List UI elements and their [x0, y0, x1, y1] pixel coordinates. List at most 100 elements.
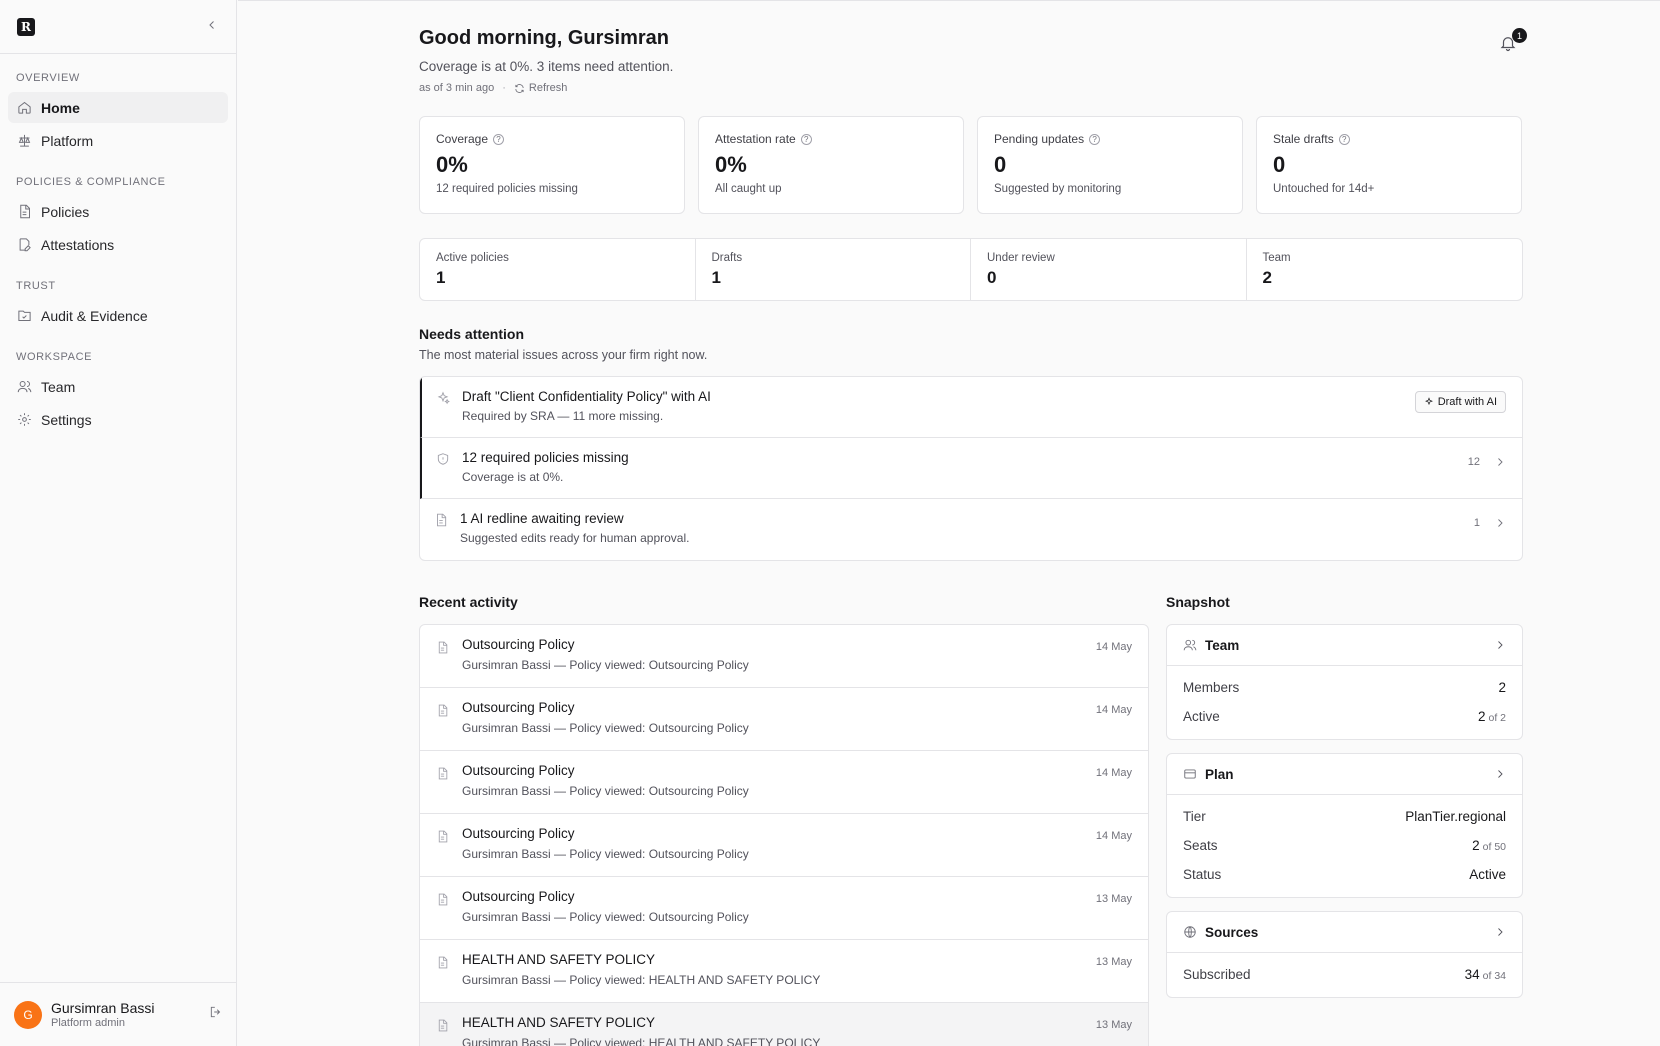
section-title: Snapshot [1166, 594, 1230, 610]
recent-activity: Recent activity Outsourcing Policy Gursim… [419, 594, 1149, 1046]
kpi-card-attestation-rate: Attestation rate? 0% All caught up [698, 116, 964, 214]
user-menu[interactable]: G Gursimran Bassi Platform admin [0, 982, 237, 1046]
sidebar-header: R [0, 0, 236, 54]
sidebar-item-team[interactable]: Team [8, 371, 228, 402]
main-content: Good morning, Gursimran Coverage is at 0… [238, 0, 1660, 1046]
help-icon[interactable]: ? [1089, 133, 1101, 145]
kpi-value: 0 [994, 152, 1007, 177]
row-label: Tier [1183, 809, 1206, 824]
stat-value: 2 [1262, 268, 1272, 287]
stat-value: 1 [711, 268, 721, 287]
attention-title: 12 required policies missing [462, 450, 629, 465]
stat-label: Drafts [711, 252, 743, 264]
sidebar-item-attestations[interactable]: Attestations [8, 229, 228, 260]
row-value: 2 [1477, 709, 1486, 724]
row-label: Members [1183, 680, 1240, 695]
kpi-label: Attestation rate [715, 132, 796, 146]
app-logo[interactable]: R [17, 17, 35, 36]
sidebar-item-label: Audit & Evidence [41, 307, 148, 324]
users-icon [17, 381, 32, 393]
activity-item[interactable]: HEALTH AND SAFETY POLICY Gursimran Bassi … [420, 1003, 1148, 1046]
activity-item[interactable]: Outsourcing Policy Gursimran Bassi — Poli… [420, 625, 1148, 688]
sidebar-group-trust: TRUST Audit & Evidence [0, 262, 236, 331]
activity-item[interactable]: Outsourcing Policy Gursimran Bassi — Poli… [420, 814, 1148, 877]
chevron-right-icon [1498, 519, 1503, 527]
snapshot-plan-card: Plan Tier PlanTier.regional Seats 2 of 50 S… [1166, 753, 1523, 898]
kpi-hint: Suggested by monitoring [994, 183, 1122, 195]
snapshot-plan-header[interactable]: Plan [1167, 754, 1522, 795]
user-name: Gursimran Bassi [51, 1000, 155, 1016]
activity-title: Outsourcing Policy [462, 889, 575, 904]
row-value: PlanTier.regional [1405, 809, 1506, 824]
user-info: Gursimran Bassi Platform admin [51, 1000, 154, 1029]
draft-with-ai-button[interactable]: Draft with AI [1414, 391, 1506, 413]
refresh-label: Refresh [528, 82, 568, 94]
activity-item[interactable]: Outsourcing Policy Gursimran Bassi — Poli… [420, 751, 1148, 814]
snapshot: Snapshot Team Members 2 Active 2 of 2 Pl… [1166, 594, 1523, 1046]
card-title: Team [1205, 637, 1240, 653]
sidebar-item-home[interactable]: Home [8, 92, 228, 123]
globe-icon [1184, 926, 1196, 938]
snapshot-sources-header[interactable]: Sources [1167, 912, 1522, 953]
stats-strip: Active policies 1 Drafts 1 Under review … [419, 238, 1523, 301]
activity-list: Outsourcing Policy Gursimran Bassi — Poli… [419, 624, 1149, 1046]
activity-subtitle: Gursimran Bassi — Policy viewed: Outsour… [462, 910, 749, 924]
active-row: Active 2 of 2 [1183, 702, 1506, 731]
document-icon [437, 513, 447, 527]
logout-icon[interactable] [209, 1005, 223, 1024]
sidebar-item-platform[interactable]: Platform [8, 125, 228, 156]
sidebar-item-settings[interactable]: Settings [8, 404, 228, 435]
help-icon[interactable]: ? [1338, 133, 1350, 145]
sidebar-group-policies: POLICIES & COMPLIANCE Policies Attestati… [0, 158, 236, 260]
row-label: Status [1183, 867, 1222, 882]
chevron-right-icon [1498, 770, 1503, 778]
sidebar-item-audit-evidence[interactable]: Audit & Evidence [8, 300, 228, 331]
sidebar: R OVERVIEW Home Platform POLICIES & COMP… [0, 0, 237, 1046]
activity-date: 14 May [1095, 767, 1132, 779]
activity-item[interactable]: Outsourcing Policy Gursimran Bassi — Poli… [420, 688, 1148, 751]
document-icon [438, 893, 448, 906]
sidebar-group-label: WORKSPACE [16, 351, 93, 363]
attention-item[interactable]: 12 required policies missing Coverage is… [420, 438, 1522, 499]
user-role: Platform admin [51, 1017, 125, 1029]
sidebar-item-policies[interactable]: Policies [8, 196, 228, 227]
folder-check-icon [18, 310, 31, 321]
document-icon [438, 767, 448, 780]
activity-item[interactable]: HEALTH AND SAFETY POLICY Gursimran Bassi … [420, 940, 1148, 1003]
activity-subtitle: Gursimran Bassi — Policy viewed: HEALTH … [462, 973, 821, 987]
attention-item[interactable]: Draft "Client Confidentiality Policy" wi… [420, 377, 1522, 438]
separator-dot: · [502, 82, 506, 94]
users-icon [1183, 639, 1197, 651]
page-subtitle: Coverage is at 0%. 3 items need attentio… [419, 59, 674, 74]
collapse-sidebar-icon[interactable] [206, 18, 218, 36]
activity-date: 13 May [1095, 956, 1132, 968]
activity-date: 14 May [1095, 704, 1132, 716]
stat-value: 0 [987, 268, 997, 287]
document-icon [438, 830, 448, 843]
scale-icon [18, 134, 31, 147]
activity-title: HEALTH AND SAFETY POLICY [462, 952, 656, 967]
kpi-value: 0% [436, 152, 468, 177]
help-icon[interactable]: ? [493, 133, 505, 145]
shield-icon [437, 453, 449, 465]
activity-title: Outsourcing Policy [462, 763, 575, 778]
as-of-text: as of 3 min ago [419, 82, 495, 94]
attention-item[interactable]: 1 AI redline awaiting review Suggested e… [420, 499, 1522, 560]
sidebar-item-label: Policies [41, 203, 90, 220]
kpi-label: Stale drafts [1273, 132, 1334, 146]
kpi-value: 0 [1273, 152, 1286, 177]
row-label: Seats [1183, 838, 1218, 853]
notifications-button[interactable]: 1 [1499, 28, 1527, 58]
count-value: 1 [1473, 517, 1480, 529]
snapshot-team-header[interactable]: Team [1167, 625, 1522, 666]
activity-subtitle: Gursimran Bassi — Policy viewed: HEALTH … [462, 1036, 821, 1046]
activity-title: Outsourcing Policy [462, 637, 575, 652]
stat-active-policies: Active policies 1 [420, 239, 696, 301]
sidebar-item-label: Settings [41, 411, 92, 428]
activity-title: Outsourcing Policy [462, 700, 575, 715]
row-label: Active [1183, 709, 1220, 724]
refresh-button[interactable]: Refresh [514, 82, 568, 94]
activity-item[interactable]: Outsourcing Policy Gursimran Bassi — Poli… [420, 877, 1148, 940]
stat-label: Team [1262, 252, 1291, 264]
help-icon[interactable]: ? [800, 133, 812, 145]
